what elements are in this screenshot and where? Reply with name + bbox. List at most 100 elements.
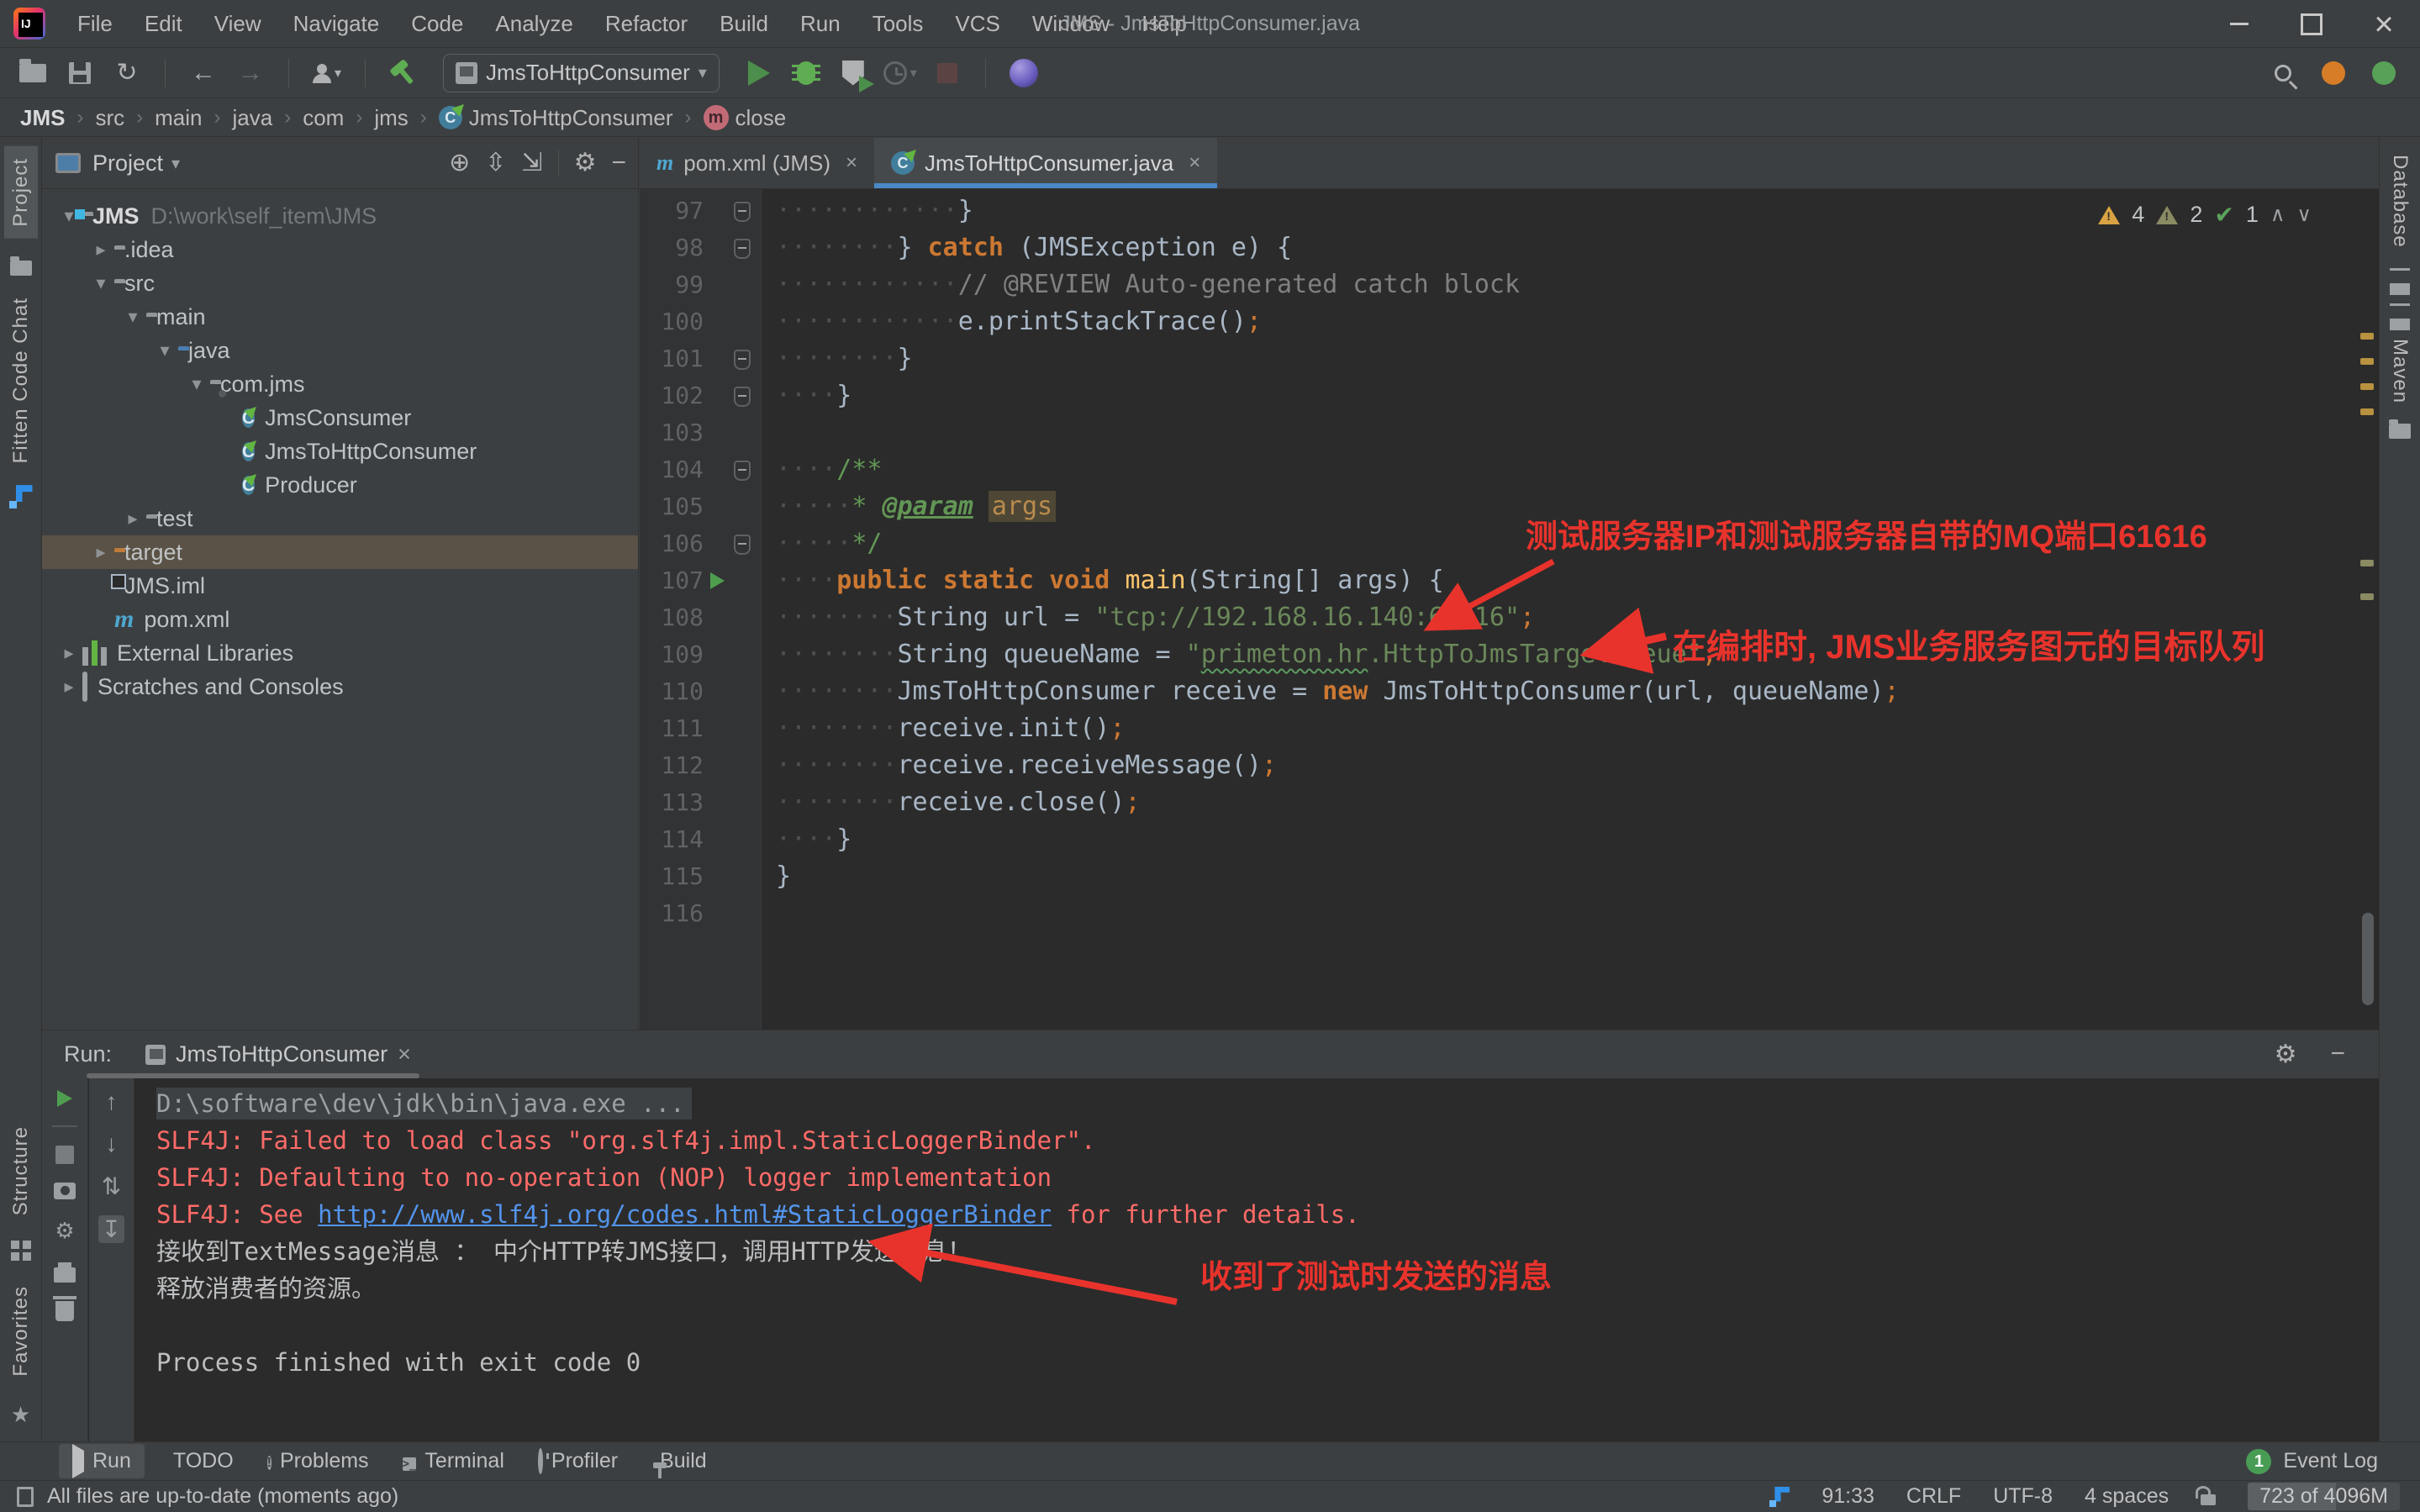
fold-marker-icon[interactable] xyxy=(734,239,751,259)
menu-item-vcs[interactable]: VCS xyxy=(941,4,1013,44)
clear-console-icon[interactable] xyxy=(55,1301,74,1321)
gear-icon[interactable]: ⚙ xyxy=(2275,1040,2297,1069)
hide-panel-icon[interactable]: − xyxy=(611,149,626,177)
unlock-icon[interactable] xyxy=(2201,1494,2216,1505)
fold-marker-icon[interactable] xyxy=(734,387,751,407)
breadcrumb-item[interactable]: main xyxy=(155,105,202,131)
menu-item-tools[interactable]: Tools xyxy=(859,4,937,44)
close-icon[interactable]: × xyxy=(398,1041,411,1067)
layers-icon[interactable] xyxy=(2389,424,2411,439)
eclipse-plugin-icon[interactable] xyxy=(1004,54,1043,92)
tree-expand-icon[interactable]: ▸ xyxy=(55,676,82,698)
sidebar-tab-database[interactable]: Database xyxy=(2388,155,2412,248)
sidebar-tab-favorites[interactable]: Favorites xyxy=(9,1286,33,1377)
sidebar-tab-project[interactable]: Project xyxy=(4,146,38,239)
close-button[interactable] xyxy=(2348,0,2420,48)
tree-item-jmstohttpconsumer[interactable]: CJmsToHttpConsumer xyxy=(42,435,638,468)
fitten-status-icon[interactable] xyxy=(1769,1487,1790,1507)
tree-expand-icon[interactable]: ▸ xyxy=(119,508,146,529)
scroll-down-icon[interactable]: ↓ xyxy=(106,1130,118,1157)
tree-item-jmsconsumer[interactable]: CJmsConsumer xyxy=(42,401,638,435)
folder-icon[interactable] xyxy=(10,261,32,276)
fold-marker-icon[interactable] xyxy=(734,202,751,222)
pin-icon[interactable]: ★ xyxy=(11,1402,30,1428)
tree-expand-icon[interactable]: ▾ xyxy=(119,306,146,328)
menu-item-navigate[interactable]: Navigate xyxy=(280,4,393,44)
tree-item--idea[interactable]: ▸.idea xyxy=(42,233,638,266)
breadcrumb-item[interactable]: src xyxy=(95,105,124,131)
coverage-icon[interactable] xyxy=(834,54,873,92)
tree-item-producer[interactable]: CProducer xyxy=(42,468,638,502)
sync-icon[interactable]: ↻ xyxy=(108,54,146,92)
breadcrumb-item[interactable]: CJmsToHttpConsumer xyxy=(439,105,673,131)
minimize-button[interactable] xyxy=(2203,0,2275,48)
menu-item-view[interactable]: View xyxy=(201,4,275,44)
build-hammer-icon[interactable] xyxy=(384,54,423,92)
menu-item-refactor[interactable]: Refactor xyxy=(592,4,701,44)
tree-expand-icon[interactable]: ▸ xyxy=(87,541,114,563)
line-ending[interactable]: CRLF xyxy=(1906,1484,1961,1509)
toolwindow-tab-todo[interactable]: TODO xyxy=(151,1444,247,1478)
memory-indicator[interactable]: 723 of 4096M xyxy=(2248,1483,2400,1510)
menu-item-run[interactable]: Run xyxy=(787,4,854,44)
rerun-icon[interactable] xyxy=(57,1090,72,1107)
tree-item-target[interactable]: ▸target xyxy=(42,535,638,569)
toolwindow-tab-profiler[interactable]: Profiler xyxy=(525,1444,631,1478)
scroll-to-end-icon[interactable]: ↧ xyxy=(98,1215,124,1243)
tree-expand-icon[interactable]: ▸ xyxy=(55,642,82,664)
menu-item-file[interactable]: File xyxy=(64,4,126,44)
tree-item-scratches-and-consoles[interactable]: ▸Scratches and Consoles xyxy=(42,670,638,703)
event-log-button[interactable]: 1Event Log xyxy=(2246,1449,2378,1474)
hide-panel-icon[interactable]: − xyxy=(2330,1040,2345,1069)
open-icon[interactable] xyxy=(13,54,52,92)
tree-item-pom-xml[interactable]: mpom.xml xyxy=(42,603,638,636)
collapse-all-icon[interactable]: ⇲ xyxy=(521,148,542,177)
gear-icon[interactable]: ⚙ xyxy=(574,148,597,177)
toolwindow-tab-build[interactable]: Build xyxy=(638,1444,720,1478)
toolwindow-tab-run[interactable]: Run xyxy=(59,1444,145,1478)
plugin-green-icon[interactable] xyxy=(2365,54,2403,92)
stop-icon[interactable] xyxy=(928,54,967,92)
tree-item-src[interactable]: ▾src xyxy=(42,266,638,300)
list-icon[interactable] xyxy=(2390,303,2410,319)
scrollbar-thumb[interactable] xyxy=(2362,913,2374,1005)
tree-expand-icon[interactable]: ▾ xyxy=(183,373,210,395)
run-console-tab[interactable]: JmsToHttpConsumer × xyxy=(137,1030,419,1078)
next-problem-icon[interactable]: ∨ xyxy=(2296,203,2312,227)
breadcrumb-item[interactable]: java xyxy=(233,105,273,131)
toolwindow-tab-problems[interactable]: !Problems xyxy=(254,1444,382,1478)
console-token-link[interactable]: http://www.slf4j.org/codes.html#StaticLo… xyxy=(318,1200,1052,1229)
list-icon[interactable] xyxy=(2390,268,2410,283)
maximize-button[interactable] xyxy=(2275,0,2348,48)
code-editor[interactable]: 97············}98········} catch (JMSExc… xyxy=(640,189,2379,1030)
fold-marker-icon[interactable] xyxy=(734,535,751,555)
inspection-widget[interactable]: 4 2 ✔ 1 ∧ ∨ xyxy=(2098,201,2312,229)
toolwindow-tab-terminal[interactable]: >_Terminal xyxy=(389,1444,518,1478)
menu-item-build[interactable]: Build xyxy=(706,4,782,44)
prev-problem-icon[interactable]: ∧ xyxy=(2270,203,2286,227)
encoding[interactable]: UTF-8 xyxy=(1993,1484,2053,1509)
close-icon[interactable]: × xyxy=(1189,151,1200,175)
user-profile-icon[interactable]: ▾ xyxy=(308,54,346,92)
tree-item-test[interactable]: ▸test xyxy=(42,502,638,535)
tree-item-jms[interactable]: ▾JMSD:\work\self_item\JMS xyxy=(42,199,638,233)
menu-item-edit[interactable]: Edit xyxy=(131,4,196,44)
breadcrumb-item[interactable]: com xyxy=(303,105,344,131)
tree-expand-icon[interactable]: ▸ xyxy=(87,239,114,261)
save-all-icon[interactable] xyxy=(61,54,99,92)
expand-all-icon[interactable]: ⇳ xyxy=(485,148,506,177)
menu-item-analyze[interactable]: Analyze xyxy=(482,4,587,44)
caret-position[interactable]: 91:33 xyxy=(1822,1484,1874,1509)
tree-item-external-libraries[interactable]: ▸External Libraries xyxy=(42,636,638,670)
breadcrumb-item[interactable]: mclose xyxy=(704,105,787,131)
breadcrumb-item[interactable]: JMS xyxy=(20,105,65,131)
print-icon[interactable] xyxy=(54,1267,76,1283)
stop-icon[interactable] xyxy=(55,1146,74,1164)
editor-tab-pom-xml-jms-[interactable]: mpom.xml (JMS)× xyxy=(640,138,874,188)
debug-icon[interactable] xyxy=(787,54,825,92)
grid-icon[interactable] xyxy=(11,1241,31,1261)
sidebar-tab-structure[interactable]: Structure xyxy=(9,1126,33,1215)
run-line-icon[interactable] xyxy=(710,572,725,589)
sidebar-tab-fitten-code-chat[interactable]: Fitten Code Chat xyxy=(9,298,33,463)
fold-marker-icon[interactable] xyxy=(734,350,751,370)
